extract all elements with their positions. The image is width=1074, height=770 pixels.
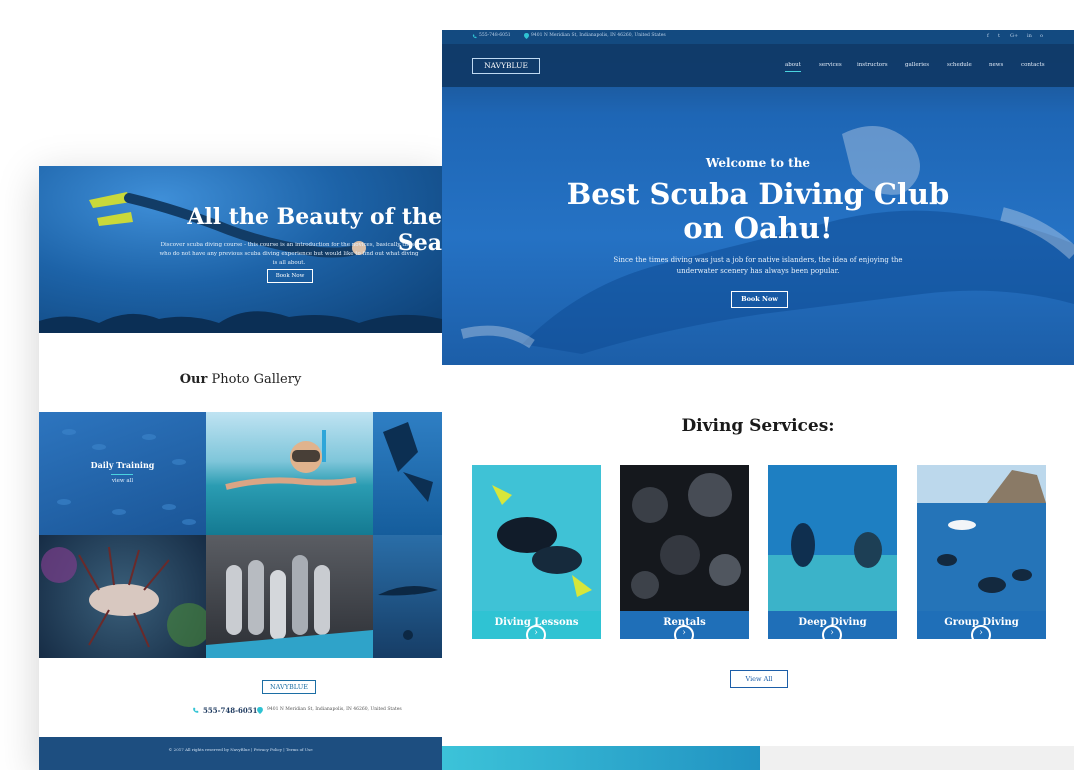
gallery-title-rest: Photo Gallery xyxy=(207,372,302,387)
service-card-group-diving[interactable]: Group Diving › xyxy=(917,465,1046,639)
hero-book-now-button[interactable]: Book Now xyxy=(731,291,788,308)
hero-subtitle: Since the times diving was just a job fo… xyxy=(613,256,903,275)
service-card-diving-lessons[interactable]: Diving Lessons › xyxy=(472,465,601,639)
nav-item-contacts[interactable]: contacts xyxy=(1021,62,1045,68)
right-hero: NAVYBLUE about services instructors gall… xyxy=(442,44,1074,365)
chevron-right-icon[interactable]: › xyxy=(971,625,991,639)
gallery-tile-lionfish[interactable] xyxy=(39,535,206,658)
gallery-title-bold: Our xyxy=(179,372,208,387)
right-page-mockup: 555-748-6051 9401 N Meridian St, Indiana… xyxy=(442,30,1074,770)
left-footer-address: 9401 N Meridian St, Indianapolis, IN 462… xyxy=(267,707,402,712)
left-hero: All the Beauty of the Sea Discover scuba… xyxy=(39,166,442,333)
nav-item-services[interactable]: services xyxy=(819,62,842,68)
left-footer-bar: © 2017 All rights reserved by NavyBlue |… xyxy=(39,737,442,770)
tile-divider xyxy=(111,474,133,475)
phone-icon xyxy=(472,34,477,39)
gallery-tile-snorkeler[interactable] xyxy=(206,412,373,535)
nav-item-news[interactable]: news xyxy=(989,62,1003,68)
nav-item-instructors[interactable]: instructors xyxy=(857,62,888,68)
left-page-mockup: All the Beauty of the Sea Discover scuba… xyxy=(39,166,442,770)
facebook-icon[interactable]: f xyxy=(987,33,989,39)
tanks-image xyxy=(206,555,373,658)
service-card-rentals[interactable]: Rentals › xyxy=(620,465,749,639)
tile-view-all-link[interactable]: view all xyxy=(39,478,206,484)
hero-welcome: Welcome to the xyxy=(705,156,811,170)
chevron-right-icon[interactable]: › xyxy=(822,625,842,639)
service-card-deep-diving[interactable]: Deep Diving › xyxy=(768,465,897,639)
services-title: Diving Services: xyxy=(681,416,835,436)
gallery-tile-scuba-tanks[interactable] xyxy=(206,535,373,658)
twitter-icon[interactable]: t xyxy=(998,33,1000,39)
shark-image xyxy=(378,586,438,640)
google-plus-icon[interactable]: G+ xyxy=(1010,33,1018,39)
chevron-right-icon[interactable]: › xyxy=(674,625,694,639)
linkedin-icon[interactable]: in xyxy=(1027,33,1032,39)
photo-gallery-grid: Daily Training view all xyxy=(39,412,442,658)
location-pin-icon xyxy=(257,707,263,714)
site-logo[interactable]: NAVYBLUE xyxy=(472,58,540,74)
left-footer-phone: 555-748-6051 xyxy=(203,706,258,715)
tile-title: Daily Training xyxy=(90,460,155,470)
topbar-address: 9401 N Meridian St, Indianapolis, IN 462… xyxy=(531,33,666,38)
hero-title-line-1: Best Scuba Diving Club xyxy=(566,177,950,211)
deep-diving-image xyxy=(768,465,897,611)
topbar-phone: 555-748-6051 xyxy=(479,33,511,38)
view-all-button[interactable]: View All xyxy=(730,670,788,688)
snorkeler-image xyxy=(225,430,357,490)
hero-title-line-2: on Oahu! xyxy=(683,211,833,245)
rentals-image xyxy=(620,465,749,611)
main-navbar: NAVYBLUE about services instructors gall… xyxy=(442,44,1074,87)
group-diving-image xyxy=(917,465,1046,611)
fins-image xyxy=(383,422,433,502)
dribbble-icon[interactable]: o xyxy=(1040,33,1043,39)
left-hero-text: Discover scuba diving course - this cour… xyxy=(159,242,419,266)
hero-title: Best Scuba Diving Club on Oahu! xyxy=(442,177,1074,245)
left-book-now-button[interactable]: Book Now xyxy=(267,269,313,283)
diving-lessons-image xyxy=(472,465,601,611)
nav-item-galleries[interactable]: galleries xyxy=(905,62,929,68)
gallery-title: Our Photo Gallery xyxy=(39,372,442,387)
chevron-right-icon[interactable]: › xyxy=(526,625,546,639)
lionfish-image xyxy=(41,546,206,648)
left-footer-logo[interactable]: NAVYBLUE xyxy=(262,680,316,694)
reef-image xyxy=(39,311,442,333)
nav-item-about[interactable]: about xyxy=(785,62,801,72)
next-section-image xyxy=(442,746,760,770)
next-section-panel xyxy=(760,746,1074,770)
gallery-tile-diver-fins[interactable] xyxy=(373,412,442,535)
top-bar: 555-748-6051 9401 N Meridian St, Indiana… xyxy=(442,30,1074,44)
nav-item-schedule[interactable]: schedule xyxy=(947,62,972,68)
gallery-tile-daily-training[interactable]: Daily Training view all xyxy=(39,412,206,535)
location-pin-icon xyxy=(524,33,529,39)
gallery-tile-shark-diver[interactable] xyxy=(373,535,442,658)
left-footer-copyright: © 2017 All rights reserved by NavyBlue |… xyxy=(168,747,313,752)
phone-icon xyxy=(193,707,199,713)
